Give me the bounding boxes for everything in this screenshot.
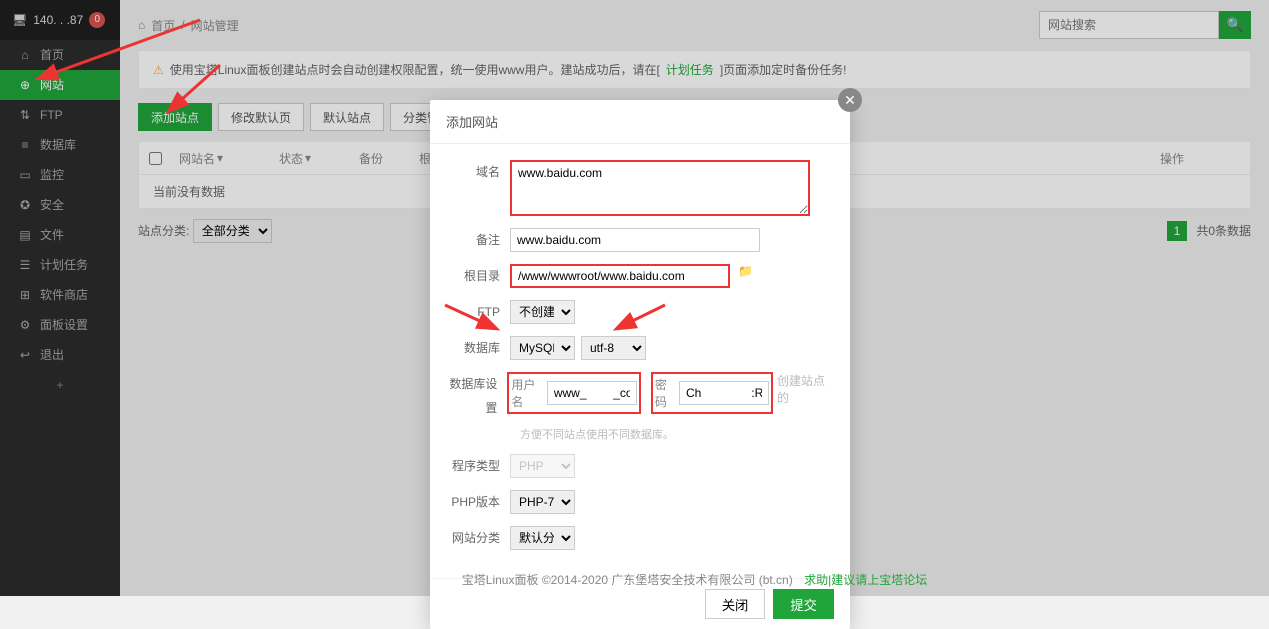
footer-link[interactable]: 求助|建议请上宝塔论坛 xyxy=(804,573,927,587)
ftp-label: FTP xyxy=(446,300,510,324)
remark-label: 备注 xyxy=(446,228,510,252)
folder-icon[interactable]: 📁 xyxy=(738,264,753,278)
modal-close-btn[interactable]: 关闭 xyxy=(705,589,766,619)
db-pass-label: 密码 xyxy=(655,376,673,410)
db-label: 数据库 xyxy=(446,336,510,360)
remark-input[interactable] xyxy=(510,228,760,252)
db-pass-input[interactable] xyxy=(679,381,769,405)
db-user-label: 用户名 xyxy=(511,376,541,410)
charset-select[interactable]: utf-8 xyxy=(581,336,646,360)
modal-title: 添加网站 xyxy=(430,100,850,144)
db-hint: 方便不同站点使用不同数据库。 xyxy=(446,426,834,442)
domain-input[interactable] xyxy=(510,160,810,216)
footer: 宝塔Linux面板 ©2014-2020 广东堡塔安全技术有限公司 (bt.cn… xyxy=(120,571,1269,588)
domain-label: 域名 xyxy=(446,160,510,184)
phpver-label: PHP版本 xyxy=(446,490,510,514)
add-site-modal: ✕ 添加网站 域名 备注 根目录 📁 FTP 不创建 数据库 MySQL utf… xyxy=(430,100,850,629)
modal-close-button[interactable]: ✕ xyxy=(838,88,862,112)
php-version-select[interactable]: PHP-73 xyxy=(510,490,575,514)
sitecat-label: 网站分类 xyxy=(446,526,510,550)
modal-submit-btn[interactable]: 提交 xyxy=(773,589,834,619)
ptype-label: 程序类型 xyxy=(446,454,510,478)
root-input[interactable] xyxy=(510,264,730,288)
root-label: 根目录 xyxy=(446,264,510,288)
close-icon: ✕ xyxy=(844,92,856,109)
db-note: 创建站点的 xyxy=(777,372,834,406)
site-category-select[interactable]: 默认分类 xyxy=(510,526,575,550)
footer-text: 宝塔Linux面板 ©2014-2020 广东堡塔安全技术有限公司 (bt.cn… xyxy=(462,573,793,587)
dbset-label: 数据库设置 xyxy=(446,372,507,420)
program-type-select: PHP xyxy=(510,454,575,478)
ftp-select[interactable]: 不创建 xyxy=(510,300,575,324)
db-user-input[interactable] xyxy=(547,381,637,405)
db-select[interactable]: MySQL xyxy=(510,336,575,360)
